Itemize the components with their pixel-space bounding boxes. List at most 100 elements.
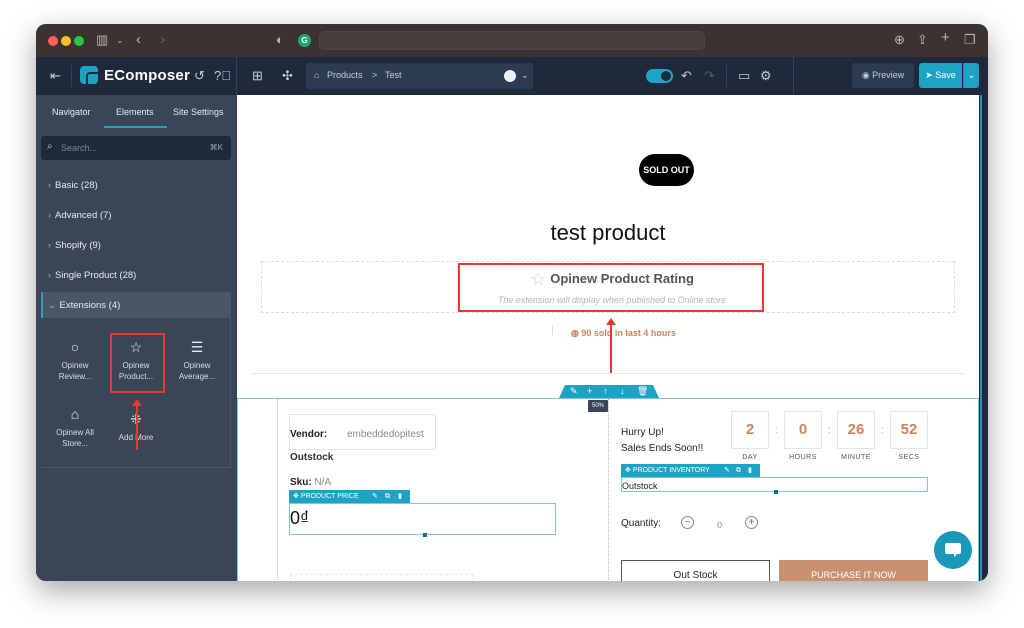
delete-icon[interactable]: ▮: [398, 490, 402, 503]
placeholder-block: [290, 574, 473, 581]
redo-icon[interactable]: ↷: [704, 69, 715, 83]
product-title[interactable]: test product: [237, 220, 979, 246]
divider: [251, 373, 965, 374]
published-status-icon: [504, 70, 516, 82]
quantity-increase-button[interactable]: +: [745, 516, 758, 529]
dark-mode-toggle[interactable]: [646, 69, 673, 83]
desktop-view-icon[interactable]: ▭: [738, 69, 750, 83]
colon: :: [775, 425, 778, 435]
column-guide: [608, 398, 609, 581]
chevron-right-icon: ›: [48, 270, 51, 280]
breadcrumb-separator: >: [372, 70, 378, 80]
save-options-dropdown[interactable]: ⌄: [963, 63, 979, 88]
chevron-down-icon: ⌄: [48, 300, 56, 310]
timer-headline: Hurry Up! Sales Ends Soon!!: [621, 427, 704, 454]
tab-elements[interactable]: Elements: [116, 107, 154, 117]
breadcrumb-parent[interactable]: Products: [327, 70, 363, 80]
download-icon[interactable]: ⊕: [894, 32, 905, 48]
tab-navigator[interactable]: Navigator: [52, 107, 91, 117]
extension-opinew-all-store[interactable]: ⌂ Opinew All Store...: [50, 407, 100, 449]
shield-icon[interactable]: ◐: [276, 32, 284, 48]
duplicate-icon[interactable]: ⧉: [385, 490, 390, 503]
quantity-decrease-button[interactable]: −: [681, 516, 694, 529]
quantity-value[interactable]: 0: [717, 520, 722, 530]
edit-icon[interactable]: ✎: [724, 464, 730, 477]
exit-icon[interactable]: ⇤: [50, 69, 61, 83]
maximize-window-button[interactable]: [74, 36, 84, 46]
ecomposer-logo: [80, 66, 98, 84]
delete-icon[interactable]: ▮: [748, 464, 752, 477]
category-extensions[interactable]: ⌄ Extensions (4): [41, 292, 231, 318]
puzzle-icon[interactable]: ✣: [282, 69, 293, 83]
move-handle-icon[interactable]: ✥: [625, 467, 633, 474]
elements-sidebar: Navigator Elements Site Settings ⌕ Searc…: [36, 95, 237, 581]
category-basic[interactable]: › Basic (28): [41, 172, 231, 198]
store-icon: ☰: [190, 339, 204, 355]
save-button[interactable]: ➤ Save: [919, 63, 962, 88]
breadcrumb[interactable]: ⌂ Products > Test ⌄: [306, 63, 533, 89]
resize-handle[interactable]: [423, 533, 427, 537]
resize-handle[interactable]: [774, 490, 778, 494]
undo-icon[interactable]: ↶: [681, 69, 692, 83]
edit-icon[interactable]: ✎: [372, 490, 378, 503]
countdown-minutes: 26: [837, 411, 875, 449]
add-icon[interactable]: +: [587, 385, 592, 398]
extension-opinew-review[interactable]: ○ Opinew Review...: [50, 340, 100, 382]
apps-grid-icon[interactable]: ⊞: [252, 69, 263, 83]
category-advanced[interactable]: › Advanced (7): [41, 202, 231, 228]
history-icon[interactable]: ↺: [194, 69, 205, 83]
chevron-down-icon[interactable]: ⌄: [116, 32, 124, 48]
delete-icon[interactable]: 🗑: [637, 385, 648, 398]
quantity-label: Quantity:: [621, 518, 662, 529]
close-window-button[interactable]: [48, 36, 58, 46]
section-toolbar: ✎ + ↑ ↓ 🗑: [559, 385, 659, 398]
product-price: 0₫: [290, 508, 310, 528]
highlight-box: [458, 263, 764, 312]
send-icon: ➤: [925, 70, 936, 80]
out-stock-button[interactable]: Out Stock: [621, 560, 770, 581]
help-icon[interactable]: ?⃝: [214, 69, 231, 83]
purchase-now-button[interactable]: PURCHASE IT NOW: [779, 560, 928, 581]
edit-icon[interactable]: ✎: [570, 385, 578, 398]
product-price-block[interactable]: [289, 503, 556, 535]
grammarly-icon[interactable]: G: [298, 34, 311, 47]
duplicate-icon[interactable]: ⧉: [736, 464, 741, 477]
minimize-window-button[interactable]: [61, 36, 71, 46]
active-tab-indicator: [104, 126, 167, 128]
category-single-product[interactable]: › Single Product (28): [41, 262, 231, 288]
chat-widget-button[interactable]: [934, 531, 972, 569]
search-icon: ⌕: [47, 141, 53, 152]
share-icon[interactable]: ⇪: [917, 32, 928, 48]
chevron-down-icon[interactable]: ⌄: [521, 70, 529, 81]
extension-opinew-average[interactable]: ☰ Opinew Average...: [172, 340, 222, 382]
annotation-arrow: [132, 399, 142, 450]
move-handle-icon[interactable]: ✥: [293, 493, 301, 500]
storefront-icon: ⌂: [70, 406, 80, 422]
divider: [726, 65, 727, 87]
settings-gear-icon[interactable]: ⚙: [760, 69, 772, 83]
category-shopify[interactable]: › Shopify (9): [41, 232, 231, 258]
back-icon[interactable]: ‹: [136, 32, 141, 48]
browser-window: ▥ ⌄ ‹ › ◐ G ⊕ ⇪ + ❐ ⇤ EComposer ↺ ?⃝ ⊞ ✣…: [36, 24, 988, 581]
sidebar-toggle-icon[interactable]: ▥: [96, 32, 108, 48]
new-tab-icon[interactable]: +: [941, 30, 950, 46]
right-rail: [979, 95, 988, 581]
forward-icon[interactable]: ›: [160, 32, 165, 48]
sidebar-tabs: Navigator Elements Site Settings: [36, 95, 237, 129]
divider: [71, 65, 72, 87]
preview-button[interactable]: ◉ Preview: [852, 63, 914, 88]
chevron-right-icon: ›: [48, 240, 51, 250]
brand-name: EComposer: [104, 67, 190, 84]
divider: [552, 325, 553, 335]
divider: [236, 57, 237, 95]
product-price-toolbar: ✥ PRODUCT PRICE ✎ ⧉ ▮: [289, 490, 410, 503]
element-search-input[interactable]: ⌕ Search... ⌘K: [41, 136, 231, 160]
move-up-icon[interactable]: ↑: [603, 385, 608, 398]
countdown-label: HOURS: [789, 454, 817, 461]
tabs-overview-icon[interactable]: ❐: [964, 32, 976, 48]
address-bar[interactable]: [319, 31, 705, 50]
sold-counter: ◍ 90 sold in last 4 hours: [571, 328, 676, 338]
move-down-icon[interactable]: ↓: [620, 385, 625, 398]
tab-site-settings[interactable]: Site Settings: [173, 107, 224, 117]
column-width-badge: 50%: [588, 400, 608, 412]
